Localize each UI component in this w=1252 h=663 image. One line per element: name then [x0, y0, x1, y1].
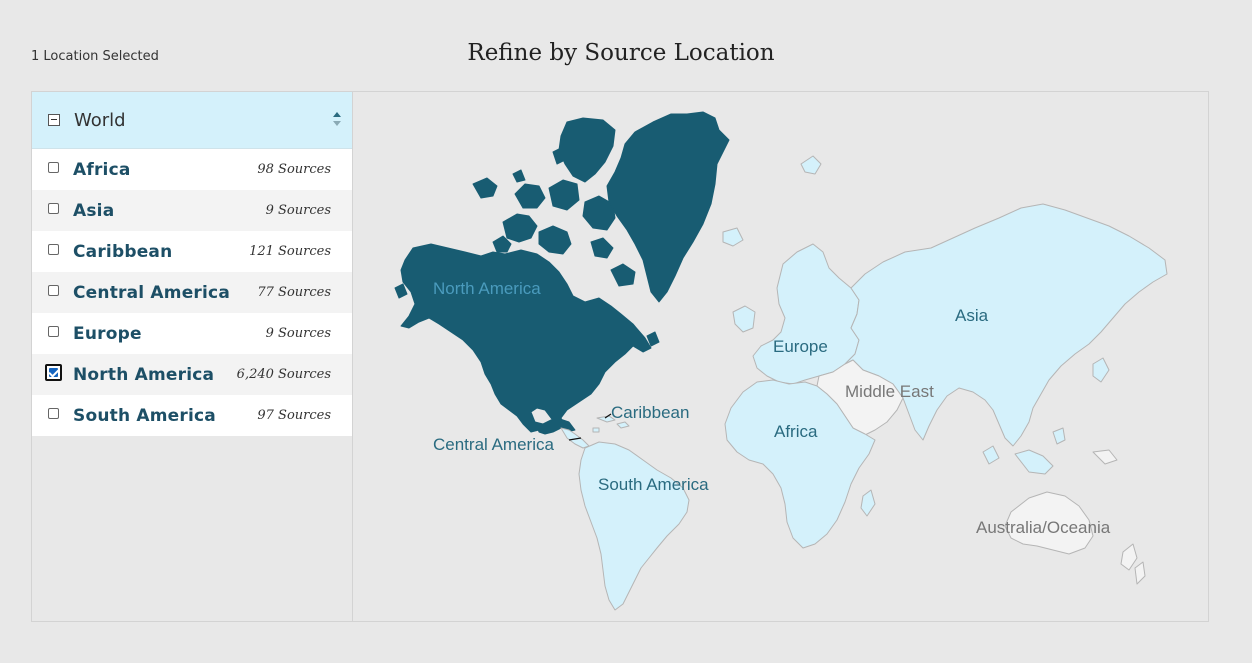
region-name[interactable]: North America — [73, 365, 214, 385]
region-count: 9 Sources — [265, 203, 331, 218]
map-label-middle-east[interactable]: Middle East — [845, 382, 934, 401]
map-label-north-america[interactable]: North America — [433, 279, 541, 298]
region-name[interactable]: Africa — [73, 160, 131, 180]
page-title: Refine by Source Location — [467, 40, 775, 66]
region-checkbox-central-america[interactable] — [48, 285, 59, 296]
collapse-icon[interactable] — [48, 114, 60, 126]
region-checkbox-caribbean[interactable] — [48, 244, 59, 255]
map-label-africa[interactable]: Africa — [774, 422, 818, 441]
sort-arrows-icon[interactable] — [332, 110, 342, 128]
region-count: 97 Sources — [257, 408, 331, 423]
region-checkbox-south-america[interactable] — [48, 408, 59, 419]
region-count: 6,240 Sources — [236, 367, 331, 382]
region-checkbox-asia[interactable] — [48, 203, 59, 214]
map-region-north-america[interactable] — [394, 111, 730, 435]
region-name[interactable]: Central America — [73, 283, 230, 303]
region-count: 121 Sources — [249, 244, 331, 259]
region-checkbox-north-america[interactable] — [45, 364, 62, 381]
world-label: World — [74, 109, 126, 131]
world-map-svg: North America Caribbean Central America … — [394, 111, 1168, 611]
region-checkbox-africa[interactable] — [48, 162, 59, 173]
map-label-asia[interactable]: Asia — [955, 306, 989, 325]
map-label-europe[interactable]: Europe — [773, 337, 828, 356]
region-name[interactable]: Caribbean — [73, 242, 172, 262]
map-label-central-america[interactable]: Central America — [433, 435, 554, 454]
region-name[interactable]: Europe — [73, 324, 142, 344]
region-sidebar: World Africa 98 Sources Asia 9 Sources C… — [32, 92, 353, 621]
map-label-south-america[interactable]: South America — [598, 475, 709, 494]
map-label-caribbean[interactable]: Caribbean — [611, 403, 689, 422]
map-region-central-america[interactable] — [560, 427, 590, 449]
region-count: 98 Sources — [257, 162, 331, 177]
region-row-europe[interactable]: Europe 9 Sources — [32, 313, 352, 354]
region-row-central-america[interactable]: Central America 77 Sources — [32, 272, 352, 313]
region-name[interactable]: Asia — [73, 201, 114, 221]
region-row-south-america[interactable]: South America 97 Sources — [32, 395, 352, 436]
region-checkbox-europe[interactable] — [48, 326, 59, 337]
region-count: 77 Sources — [257, 285, 331, 300]
map-region-australia-oceania[interactable] — [1004, 449, 1146, 585]
region-list: Africa 98 Sources Asia 9 Sources Caribbe… — [32, 149, 352, 436]
world-map: North America Caribbean Central America … — [353, 92, 1208, 621]
location-panel: World Africa 98 Sources Asia 9 Sources C… — [31, 91, 1209, 622]
region-row-africa[interactable]: Africa 98 Sources — [32, 149, 352, 190]
region-row-caribbean[interactable]: Caribbean 121 Sources — [32, 231, 352, 272]
map-label-australia-oceania[interactable]: Australia/Oceania — [976, 518, 1111, 537]
world-header[interactable]: World — [32, 92, 352, 149]
region-count: 9 Sources — [265, 326, 331, 341]
region-row-asia[interactable]: Asia 9 Sources — [32, 190, 352, 231]
map-region-south-america[interactable] — [578, 441, 690, 611]
region-name[interactable]: South America — [73, 406, 216, 426]
map-region-asia[interactable] — [844, 203, 1168, 475]
region-row-north-america[interactable]: North America 6,240 Sources — [32, 354, 352, 395]
